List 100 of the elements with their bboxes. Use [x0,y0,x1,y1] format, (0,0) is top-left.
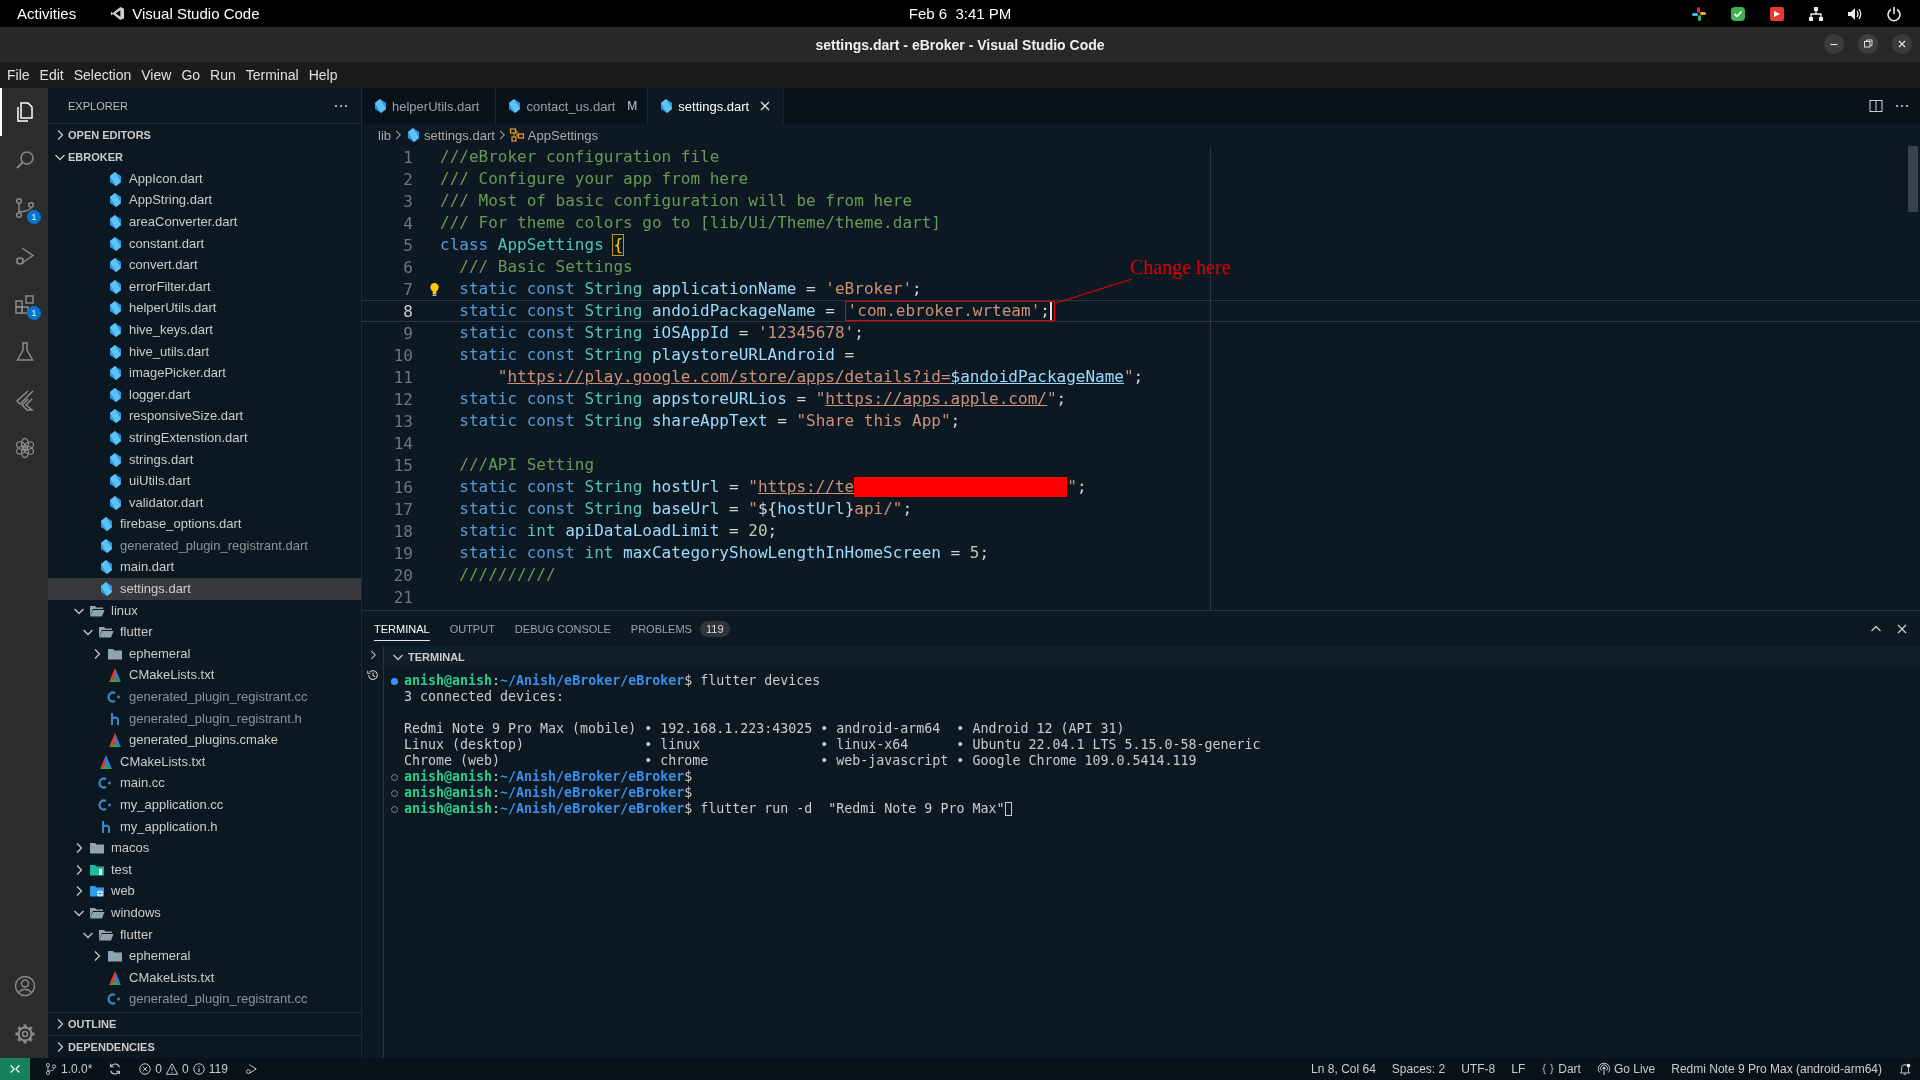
menu-item[interactable]: Help [303,65,343,85]
tree-item[interactable]: CMakeLists.txt [48,664,361,687]
remote-button[interactable] [0,1058,30,1080]
notification-bell-icon[interactable] [1898,1062,1912,1076]
tree-item[interactable]: flutter [48,923,361,946]
tree-item[interactable]: main.dart [48,556,361,579]
tree-item[interactable]: windows [48,902,361,924]
panel-tab[interactable]: OUTPUT [449,616,495,641]
panel-tab[interactable]: PROBLEMS [630,616,692,641]
branch-status[interactable]: 1.0.0* [36,1062,101,1076]
tree-item[interactable]: validator.dart [48,491,361,514]
menu-item[interactable]: Selection [68,65,137,85]
ring-icon[interactable] [390,772,399,782]
dart-file-icon [107,386,123,403]
tree-item[interactable]: firebase_options.dart [48,513,361,536]
tree-item[interactable]: hive_utils.dart [48,340,361,363]
tree-item[interactable]: stringExtenstion.dart [48,427,361,449]
close-button[interactable] [1892,34,1912,54]
menu-item[interactable]: Terminal [240,65,304,85]
tree-item[interactable]: constant.dart [48,232,361,255]
section-header[interactable]: OPEN EDITORS [48,123,361,146]
tree-item[interactable]: strings.dart [48,448,361,471]
record-icon[interactable] [1769,5,1785,22]
tree-item[interactable]: my_application.cc [48,794,361,816]
app-menu[interactable]: Visual Studio Code [110,5,260,22]
split-editor-icon[interactable] [1868,98,1884,114]
sync-icon[interactable] [108,1062,123,1076]
tree-item[interactable]: generated_plugin_registrant.cc [48,988,361,1011]
line-number: 18 [392,521,413,541]
tree-item[interactable]: hive_keys.dart [48,319,361,341]
tree-item[interactable]: ephemeral [48,643,361,665]
debug-run-icon[interactable] [243,1062,258,1076]
tree-item[interactable]: responsiveSize.dart [48,405,361,428]
tree-item[interactable]: flutter [48,621,361,644]
section-header[interactable]: EBROKER [48,146,361,168]
activities-button[interactable]: Activities [17,5,77,22]
network-icon[interactable] [1808,5,1824,22]
activity-tab[interactable]: 1 [0,280,48,328]
run-debug-icon [13,244,37,268]
tree-item[interactable]: generated_plugins.cmake [48,729,361,752]
tree-item[interactable]: generated_plugin_registrant.dart [48,535,361,557]
activity-tab[interactable]: 1 [0,184,48,232]
editor-tab[interactable]: settings.dart [648,88,785,124]
tree-item[interactable]: errorFilter.dart [48,275,361,298]
tree-item[interactable]: helperUtils.dart [48,297,361,320]
tree-item[interactable]: AppString.dart [48,189,361,212]
section-header[interactable]: OUTLINE [48,1012,361,1035]
tree-item[interactable]: generated_plugin_registrant.cc [48,686,361,708]
editor-tab[interactable]: helperUtils.dart [362,88,497,124]
go-live-button[interactable]: Go Live [1588,1062,1664,1076]
menu-item[interactable]: Edit [34,65,69,85]
ring-icon[interactable] [390,804,399,814]
section-header[interactable]: TERMINAL [384,646,1920,667]
tree-item[interactable]: CMakeLists.txt [48,966,361,989]
breadcrumb-item[interactable]: settings.dart [405,127,495,143]
tree-item[interactable]: settings.dart [48,578,361,600]
status-item[interactable]: UTF-8 [1453,1062,1504,1076]
dart-file-icon [107,214,123,230]
menu-item[interactable]: File [2,65,35,85]
status-item[interactable]: Ln 8, Col 64 [1303,1062,1384,1076]
restore-button[interactable] [1858,34,1878,54]
shield-check-icon[interactable] [1730,5,1746,22]
status-item[interactable]: Redmi Note 9 Pro Max (android-arm64) [1663,1062,1890,1076]
menu-item[interactable]: Go [176,65,206,85]
tree-item[interactable]: AppIcon.dart [48,168,361,190]
tree-item[interactable]: imagePicker.dart [48,362,361,384]
ring-icon[interactable] [390,788,399,798]
language-status[interactable]: Dart [1533,1062,1589,1076]
pinwheel-icon[interactable] [1691,5,1707,22]
scrollbar[interactable] [1908,146,1918,212]
panel-tab[interactable]: TERMINAL [374,616,430,641]
tree-item[interactable]: web [48,880,361,903]
tree-item[interactable]: generated_plugin_registrant.h [48,707,361,730]
tree-item[interactable]: linux [48,599,361,622]
clock[interactable]: Feb 6 3:41 PM [908,5,1012,22]
menu-item[interactable]: View [136,65,177,85]
status-item[interactable]: LF [1503,1062,1534,1076]
tree-item[interactable]: test [48,859,361,881]
history-icon[interactable] [365,668,380,682]
dart-file-icon [506,98,523,114]
problems-status[interactable]: 0 0 119 [130,1062,236,1076]
tree-item[interactable]: my_application.h [48,815,361,838]
tree-item[interactable]: main.cc [48,772,361,795]
status-dot[interactable] [390,676,399,686]
power-icon[interactable] [1886,5,1902,22]
breadcrumb-item[interactable]: lib [378,127,391,143]
tree-item[interactable]: ephemeral [48,945,361,967]
tree-item[interactable]: logger.dart [48,383,361,406]
triangle-icon [107,969,123,986]
menu-item[interactable]: Run [205,65,241,85]
tree-item[interactable]: uiUtils.dart [48,470,361,492]
tree-item[interactable]: areaConverter.dart [48,211,361,233]
tree-item[interactable]: macos [48,837,361,859]
tree-item[interactable]: CMakeLists.txt [48,751,361,773]
breadcrumb-item[interactable]: AppSettings [508,127,598,143]
tree-item[interactable]: convert.dart [48,254,361,276]
status-item[interactable]: Spaces: 2 [1383,1062,1454,1076]
line-number: 13 [392,411,413,431]
lightbulb-icon[interactable] [429,281,440,297]
panel-tab[interactable]: DEBUG CONSOLE [514,616,611,641]
